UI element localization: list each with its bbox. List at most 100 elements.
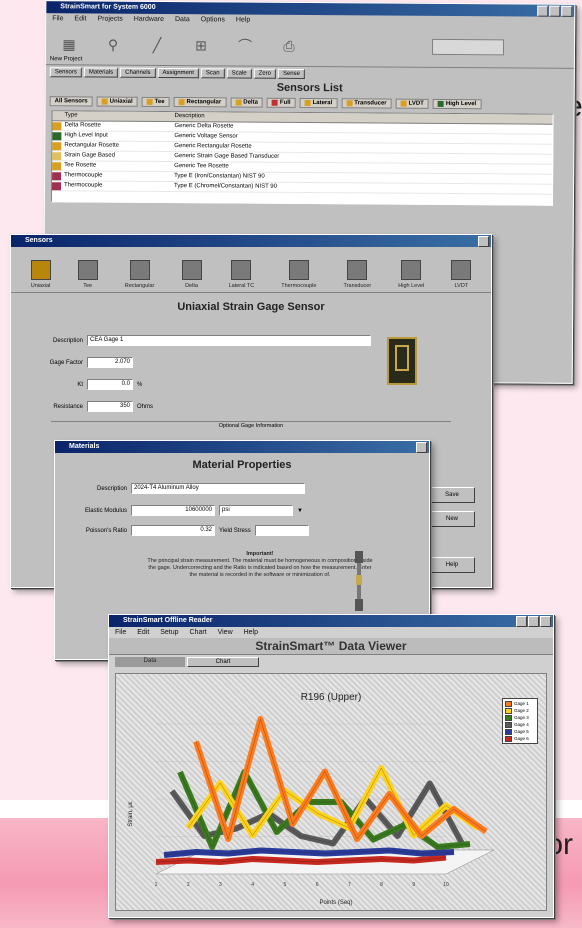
tab-assignment[interactable]: Assignment [157,67,199,79]
poisson-field[interactable]: 0.32 [131,525,215,536]
legend-item: Gage 6 [505,735,535,742]
tool-delta[interactable]: Delta [181,260,202,289]
menu-file[interactable]: File [115,629,126,636]
tab-chart[interactable]: Chart [187,657,259,667]
project-icon[interactable]: ▦ [58,34,80,54]
filter-lvdt[interactable]: LVDT [395,98,429,109]
gage-factor-field[interactable]: 2.070 [87,357,133,368]
help-button[interactable]: Help [429,557,475,573]
filter-full[interactable]: Full [266,97,296,108]
filter-tee[interactable]: Tee [141,96,170,108]
close-button[interactable] [478,236,489,247]
legend-item: Gage 1 [505,700,535,707]
sensor-type-toolbar: Uniaxial Tee Rectangular Delta Lateral T… [11,247,491,293]
elastic-unit-select[interactable]: psi [219,505,293,516]
menu-projects[interactable]: Projects [97,16,122,23]
wand-icon[interactable]: ╱ [146,35,168,55]
tool-uniaxial[interactable]: Uniaxial [30,260,51,289]
legend-label: Gage 4 [514,722,529,727]
transducer-icon [346,100,353,107]
filter-all[interactable]: All Sensors [49,96,93,107]
minimize-button[interactable] [516,616,527,627]
new-button[interactable]: New [429,511,475,527]
maximize-button[interactable] [549,5,561,17]
chevron-down-icon[interactable]: ▼ [297,508,303,514]
tool-tee[interactable]: Tee [77,260,98,289]
menu-hardware[interactable]: Hardware [134,16,164,23]
yield-stress-field[interactable] [254,525,309,536]
rectangular-icon [129,260,150,280]
search-icon[interactable]: ⚲ [102,35,124,55]
resistance-field[interactable]: 350 [87,401,133,412]
menu-edit[interactable]: Edit [137,629,149,636]
column-type[interactable]: Type [64,111,174,121]
printer-icon[interactable]: ⎙ [278,36,300,56]
filter-lateral[interactable]: Lateral [299,97,338,109]
resistance-row: Resistance 350 Ohms [11,401,153,412]
menu-file[interactable]: File [52,15,63,22]
maximize-button[interactable] [528,616,539,627]
close-button[interactable] [416,442,427,453]
filter-label: High Level [445,100,477,108]
tool-high-level[interactable]: High Level [398,260,424,289]
x-axis-label: Points (Seq) [319,900,352,906]
chart-icon[interactable]: ⌒ [234,35,256,55]
tab-channels[interactable]: Channels [120,67,156,78]
tee-icon [146,98,153,105]
elastic-modulus-label: Elastic Modulus [84,507,127,514]
window-titlebar[interactable]: StrainSmart Offline Reader [109,615,553,627]
tool-thermocouple[interactable]: Thermocouple [281,260,316,289]
menu-chart[interactable]: Chart [190,629,207,636]
cell-type: Rectangular Rosette [64,142,120,149]
minimize-button[interactable] [537,5,549,17]
tab-data[interactable]: Data [115,657,185,667]
menu-help[interactable]: Help [244,629,258,636]
delta-icon [52,121,62,130]
menu-view[interactable]: View [218,629,233,636]
menu-options[interactable]: Options [201,16,225,23]
filter-uniaxial[interactable]: Uniaxial [96,96,138,107]
tab-materials[interactable]: Materials [83,67,119,78]
description-field[interactable]: CEA Gage 1 [87,335,371,346]
chart-title: R196 (Upper) [301,692,362,703]
cell-type: High Level Input [64,132,108,139]
menu-data[interactable]: Data [175,16,190,23]
tab-zero[interactable]: Zero [253,68,276,79]
window-titlebar[interactable]: Sensors [11,235,491,247]
grid-icon[interactable]: ⊞ [190,35,212,55]
material-description-label: Description [96,485,127,492]
window-titlebar[interactable]: Materials [55,441,429,453]
filter-high-level[interactable]: High Level [432,98,482,110]
gage-factor-label: Gage Factor [49,359,83,366]
tab-scale[interactable]: Scale [226,68,252,79]
material-description-field[interactable]: 2024-T4 Aluminum Alloy [131,483,305,494]
description-label: Description [52,337,83,344]
filter-transducer[interactable]: Transducer [341,98,392,109]
filter-rectangular[interactable]: Rectangular [173,97,227,108]
menu-edit[interactable]: Edit [74,15,86,22]
tool-rectangular[interactable]: Rectangular [125,260,154,289]
tool-lvdt[interactable]: LVDT [451,260,472,289]
material-description-row: Description 2024-T4 Aluminum Alloy [55,483,305,494]
filter-delta[interactable]: Delta [230,97,263,108]
legend-label: Gage 1 [514,701,529,706]
thermocouple-icon [288,260,309,280]
table-row[interactable]: Thermocouple Type E (Chromel/Constantan) … [51,181,553,195]
transducer-icon [347,260,368,280]
close-button[interactable] [540,616,551,627]
elastic-modulus-field[interactable]: 10600000 [131,505,215,516]
legend-label: Gage 3 [514,715,529,720]
tab-scan[interactable]: Scan [200,68,225,79]
kt-field[interactable]: 0.0 [87,379,133,390]
tool-lateral-tc[interactable]: Lateral TC [229,260,254,289]
poisson-row: Poisson's Ratio 0.32 Yield Stress [55,525,309,536]
menu-setup[interactable]: Setup [160,629,178,636]
close-button[interactable] [561,5,573,17]
important-note: Important! The principal strain measurem… [145,551,375,579]
save-button[interactable]: Save [429,487,475,503]
tab-sensors[interactable]: Sensors [49,67,82,78]
tool-transducer[interactable]: Transducer [344,260,371,289]
tab-sense[interactable]: Sense [277,68,305,79]
tee-icon [77,260,98,280]
menu-help[interactable]: Help [236,16,250,23]
